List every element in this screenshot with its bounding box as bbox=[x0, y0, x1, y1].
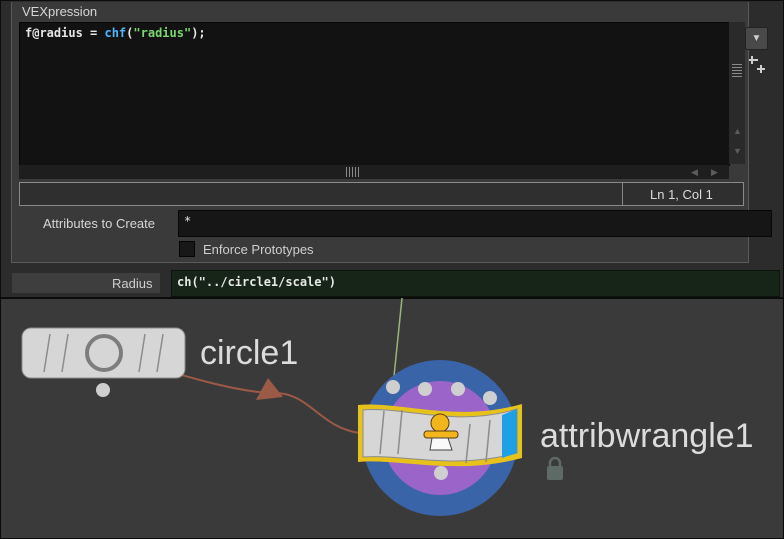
editor-status-bar bbox=[19, 182, 744, 206]
input-connector-1 bbox=[386, 380, 400, 394]
input-connector-2 bbox=[418, 382, 432, 396]
code-variable: f@radius bbox=[25, 26, 83, 40]
wire-direction-arrow-icon bbox=[256, 378, 283, 400]
code-function: chf bbox=[104, 26, 127, 40]
vertical-scrollbar[interactable]: ▲ ▼ bbox=[729, 22, 745, 164]
horizontal-scrollbar[interactable]: ◀ ▶ bbox=[19, 165, 729, 179]
attribwrangle1-node-label[interactable]: attribwrangle1 bbox=[540, 417, 754, 456]
vex-menu-button[interactable]: ▼ bbox=[745, 27, 768, 50]
scroll-up-icon[interactable]: ▲ bbox=[733, 126, 742, 136]
output-connector bbox=[434, 466, 448, 480]
circle1-output-connector bbox=[96, 383, 110, 397]
cursor-position: Ln 1, Col 1 bbox=[650, 187, 713, 202]
attributes-to-create-field[interactable] bbox=[178, 210, 772, 237]
display-flag bbox=[502, 409, 517, 458]
input-connector-3 bbox=[451, 382, 465, 396]
status-divider bbox=[622, 182, 623, 206]
scroll-down-icon[interactable]: ▼ bbox=[733, 146, 742, 156]
scroll-left-icon[interactable]: ◀ bbox=[691, 167, 698, 178]
code-editor[interactable] bbox=[19, 22, 730, 166]
horizontal-resize-grip-icon[interactable] bbox=[346, 167, 360, 177]
circle1-node-label[interactable]: circle1 bbox=[200, 334, 298, 373]
radius-expression[interactable]: ch("../circle1/scale") bbox=[177, 275, 336, 289]
attribwrangle1-node bbox=[358, 360, 563, 516]
enforce-prototypes-label[interactable]: Enforce Prototypes bbox=[203, 242, 314, 257]
input-connector-4 bbox=[483, 391, 497, 405]
radius-label: Radius bbox=[112, 276, 153, 291]
code-paren-close: ); bbox=[191, 26, 206, 40]
circle1-node bbox=[21, 327, 186, 397]
triangle-down-icon: ▼ bbox=[751, 33, 762, 44]
scroll-right-icon[interactable]: ▶ bbox=[711, 167, 718, 178]
enforce-prototypes-checkbox[interactable] bbox=[179, 241, 195, 257]
vertical-resize-grip-icon[interactable] bbox=[732, 63, 742, 77]
add-parameter-icon[interactable] bbox=[748, 54, 768, 76]
code-operator: = bbox=[82, 26, 105, 40]
attributes-to-create-value[interactable]: * bbox=[184, 214, 191, 228]
code-line[interactable]: f@radius = chf("radius"); bbox=[25, 26, 206, 40]
lock-icon bbox=[547, 456, 563, 480]
vexpression-label: VEXpression bbox=[22, 4, 98, 19]
code-string: "radius" bbox=[133, 26, 192, 40]
attributes-to-create-label: Attributes to Create bbox=[43, 216, 155, 231]
